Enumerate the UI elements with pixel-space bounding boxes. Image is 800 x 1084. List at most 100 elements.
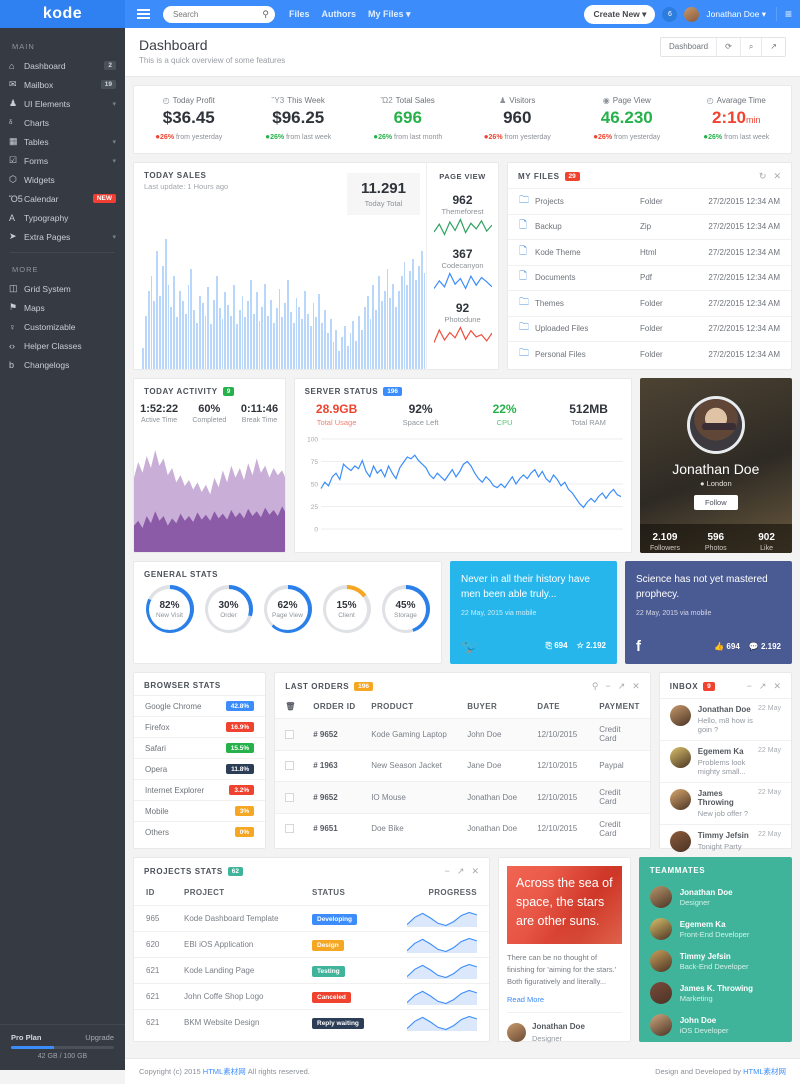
- file-row[interactable]: 🗀ProjectsFolder27/2/2015 12:34 AM: [508, 188, 791, 214]
- expand-icon[interactable]: ↗: [618, 681, 626, 692]
- close-icon[interactable]: ✕: [773, 171, 781, 182]
- dashboard-content: ◴Today Profit$36.45●26% from yesterdayὝ3…: [125, 77, 800, 1058]
- today-activity-area-chart: [134, 444, 285, 552]
- list-item[interactable]: Jonathan DoeDesigner: [639, 881, 792, 913]
- table-row[interactable]: # 9652Kode Gaming LaptopJohn Doe12/10/20…: [275, 718, 650, 750]
- table-row[interactable]: 965Kode Dashboard TemplateDeveloping: [134, 905, 489, 931]
- refresh-icon[interactable]: ↻: [759, 171, 767, 182]
- file-row[interactable]: 🗀Personal FilesFolder27/2/2015 12:34 AM: [508, 341, 791, 367]
- table-row[interactable]: 621BKM Website DesignReply waiting: [134, 1009, 489, 1035]
- list-item[interactable]: James ThrowingNew job offer ?22 May: [660, 782, 791, 824]
- file-row[interactable]: 🗋BackupZip27/2/2015 12:34 AM: [508, 214, 791, 240]
- last-orders-card: LAST ORDERS 196 ⚲ − ↗ ✕ 🗑 ORDER ID PRODU…: [274, 672, 651, 849]
- sidebar-item-charts[interactable]: ᵟCharts: [0, 113, 125, 132]
- minimize-icon[interactable]: −: [605, 681, 610, 692]
- page-subtitle: This is a quick overview of some feature…: [139, 56, 285, 65]
- teammate-name: James K. Throwing: [680, 984, 753, 993]
- sidebar-item-tables[interactable]: ▦Tables▾: [0, 132, 125, 151]
- nav-link-files[interactable]: Files: [289, 9, 310, 20]
- minimize-icon[interactable]: −: [747, 681, 752, 692]
- server-metric: 28.9GBTotal Usage: [295, 402, 379, 427]
- cell-project: EBI iOS Application: [184, 940, 312, 949]
- follow-button[interactable]: Follow: [694, 495, 738, 510]
- footer-left-link[interactable]: HTML素材网: [203, 1067, 246, 1076]
- bar: [372, 285, 374, 369]
- notification-badge[interactable]: 6: [662, 7, 677, 22]
- file-row[interactable]: 🗀ThemesFolder27/2/2015 12:34 AM: [508, 290, 791, 316]
- brand-logo[interactable]: kode: [0, 0, 125, 28]
- sidebar-item-calendar[interactable]: Ὄ5CalendarNEW: [0, 189, 125, 208]
- sidebar-item-forms[interactable]: ☑Forms▾: [0, 151, 125, 170]
- file-row[interactable]: 🗋DocumentsPdf27/2/2015 12:34 AM: [508, 265, 791, 291]
- sidebar-item-widgets[interactable]: ⬡Widgets: [0, 170, 125, 189]
- sidebar-item-helper-classes[interactable]: ‹›Helper Classes: [0, 336, 125, 355]
- today-total-box: 11.291 Today Total: [347, 173, 420, 215]
- search-icon[interactable]: ⚲: [592, 681, 599, 692]
- server-metric: 92%Space Left: [379, 402, 463, 427]
- list-item[interactable]: James K. ThrowingMarketing: [639, 977, 792, 1009]
- avatar: [670, 789, 691, 810]
- footer-right-link[interactable]: HTML素材网: [743, 1067, 786, 1076]
- breadcrumb-dashboard[interactable]: Dashboard: [661, 38, 716, 56]
- sidebar-item-maps[interactable]: ⚑Maps: [0, 298, 125, 317]
- sidebar-item-mailbox[interactable]: ✉Mailbox19: [0, 75, 125, 94]
- twitter-card: Never in all their history have men been…: [450, 561, 617, 664]
- profile-stat-label: Like: [741, 545, 792, 552]
- plan-upgrade-link[interactable]: Upgrade: [85, 1033, 114, 1042]
- close-icon[interactable]: ✕: [773, 681, 781, 692]
- search-box[interactable]: ⚲: [163, 6, 275, 23]
- sidebar-toggle-icon[interactable]: [125, 7, 161, 21]
- file-row[interactable]: 🗋Kode ThemeHtml27/2/2015 12:34 AM: [508, 239, 791, 265]
- twitter-icon[interactable]: 🐦: [461, 637, 480, 655]
- avatar[interactable]: [684, 7, 699, 22]
- trash-icon[interactable]: 🗑: [285, 702, 313, 711]
- row-checkbox[interactable]: [285, 793, 294, 802]
- sidebar-item-customizable[interactable]: ♀Customizable: [0, 317, 125, 336]
- table-row[interactable]: 621Kode Landing PageTesting: [134, 957, 489, 983]
- facebook-icon[interactable]: f: [636, 638, 641, 655]
- minimize-icon[interactable]: −: [445, 866, 450, 877]
- user-menu[interactable]: Jonathan Doe ▾: [706, 9, 766, 20]
- close-icon[interactable]: ✕: [471, 866, 479, 877]
- sidebar-item-extra-pages[interactable]: ➤Extra Pages▾: [0, 227, 125, 246]
- bar: [250, 280, 252, 369]
- table-row[interactable]: # 9651Doe BikeJonathan Doe12/10/2015Cred…: [275, 813, 650, 845]
- expand-icon[interactable]: ↗: [457, 866, 465, 877]
- sidebar-item-ui-elements[interactable]: ♟UI Elements▾: [0, 94, 125, 113]
- nav-link-authors[interactable]: Authors: [322, 9, 357, 20]
- row-checkbox[interactable]: [285, 730, 294, 739]
- chart-icon[interactable]: ↗: [761, 38, 785, 56]
- bar: [338, 351, 340, 369]
- cell-id: 965: [146, 914, 184, 923]
- read-more-link[interactable]: Read More: [507, 995, 622, 1004]
- list-item[interactable]: Jonathan DoeHello, m8 how is goin ?22 Ma…: [660, 698, 791, 740]
- expand-icon[interactable]: ↗: [759, 681, 767, 692]
- server-metric: 512MBTotal RAM: [547, 402, 631, 427]
- sidebar-item-typography[interactable]: ATypography: [0, 208, 125, 227]
- bar: [182, 301, 184, 369]
- search-icon[interactable]: ⌕: [740, 38, 761, 56]
- list-item[interactable]: John DoeiOS Developer: [639, 1009, 792, 1041]
- file-row[interactable]: 🗀Uploaded FilesFolder27/2/2015 12:34 AM: [508, 316, 791, 342]
- list-item[interactable]: Egemem KaProblems look mighty small...22…: [660, 740, 791, 782]
- table-row[interactable]: # 9652IO MouseJonathan Doe12/10/2015Cred…: [275, 781, 650, 813]
- sidebar-item-label: Maps: [24, 303, 116, 313]
- status-badge: Developing: [312, 914, 357, 925]
- list-item[interactable]: Timmy JefsinTonight Party22 May: [660, 824, 791, 858]
- create-new-button[interactable]: Create New ▾: [584, 5, 655, 24]
- table-row[interactable]: 621John Coffe Shop LogoCanceled: [134, 983, 489, 1009]
- search-input[interactable]: [163, 6, 275, 23]
- list-item[interactable]: Egemem KaFront-End Developer: [639, 913, 792, 945]
- row-checkbox[interactable]: [285, 824, 294, 833]
- table-row[interactable]: # 1963New Season JacketJane Doe12/10/201…: [275, 750, 650, 782]
- close-icon[interactable]: ✕: [632, 681, 640, 692]
- table-row[interactable]: 620EBI iOS ApplicationDesign: [134, 931, 489, 957]
- sidebar-item-grid-system[interactable]: ◫Grid System: [0, 279, 125, 298]
- sidebar-item-dashboard[interactable]: ⌂Dashboard2: [0, 56, 125, 75]
- right-panel-icon[interactable]: ≡: [776, 7, 792, 21]
- list-item[interactable]: Timmy JefsinBack-End Developer: [639, 945, 792, 977]
- nav-link-myfiles[interactable]: My Files ▾: [368, 9, 411, 20]
- row-checkbox[interactable]: [285, 761, 294, 770]
- refresh-icon[interactable]: ⟳: [716, 38, 740, 56]
- sidebar-item-changelogs[interactable]: ὜bChangelogs: [0, 355, 125, 374]
